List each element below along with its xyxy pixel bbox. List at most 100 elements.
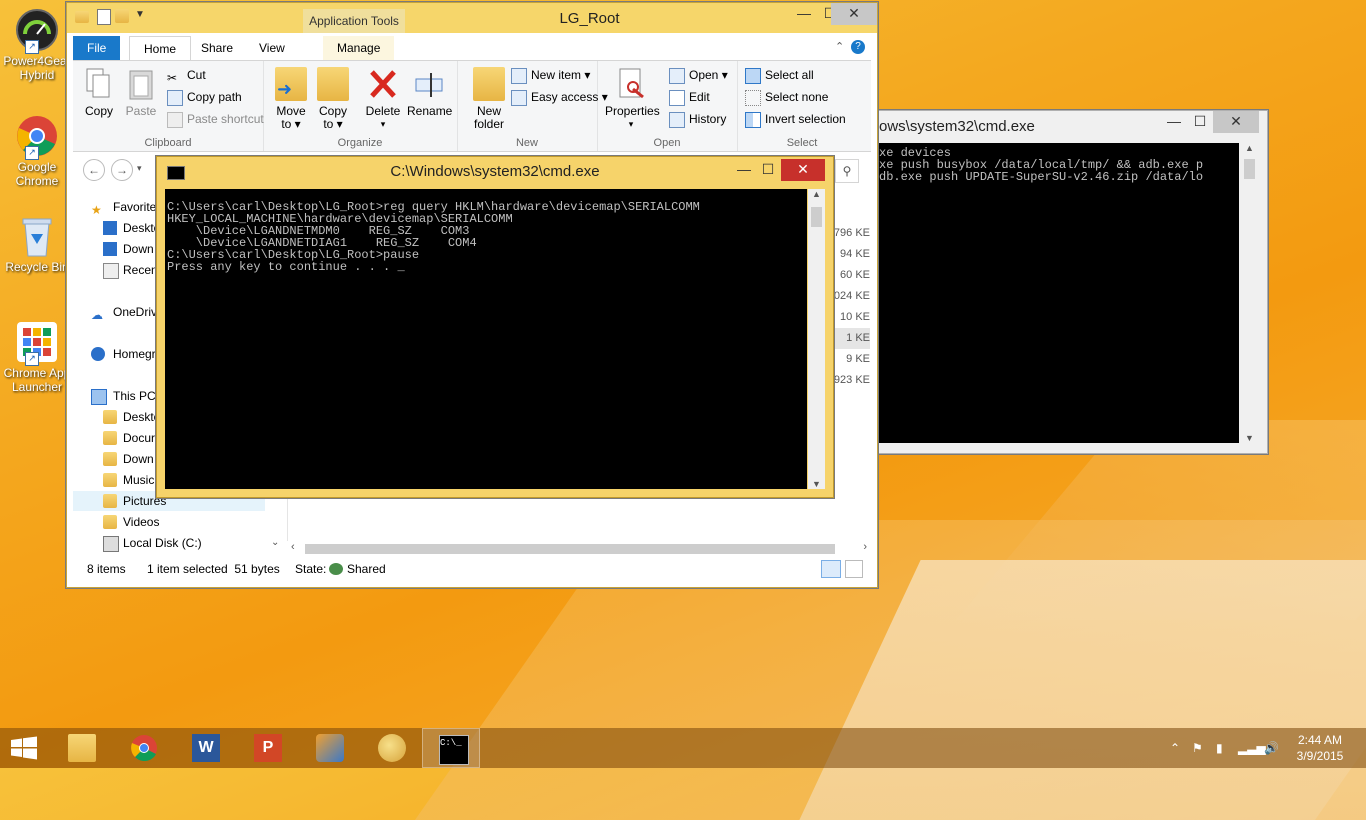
paste-shortcut-button[interactable]: Paste shortcut <box>167 109 264 129</box>
power-icon[interactable]: ▮ <box>1216 728 1223 768</box>
copy-path-button[interactable]: Copy path <box>167 87 242 107</box>
drive-icon <box>103 536 119 552</box>
ribbon: Copy Paste ✂ Cut Copy path Paste shortcut… <box>73 60 871 152</box>
help-icon[interactable]: ? <box>851 40 865 54</box>
nav-homegroup[interactable]: Homegr <box>91 344 156 364</box>
move-to-button[interactable]: ➜ Move to ▾ <box>269 67 313 131</box>
taskbar-paint[interactable] <box>362 728 420 768</box>
maximize-button[interactable]: ☐ <box>751 159 785 181</box>
scroll-left-icon[interactable]: ‹ <box>291 541 295 553</box>
details-view-icon[interactable] <box>821 560 841 578</box>
properties-button[interactable]: Properties ▾ <box>605 67 660 131</box>
easy-access-button[interactable]: Easy access ▾ <box>511 87 608 107</box>
scroll-thumb[interactable] <box>1244 159 1255 179</box>
desktop-icon-app-launcher[interactable]: ↗ Chrome App Launcher <box>0 320 74 394</box>
network-icon[interactable]: ▂▃▅ <box>1238 728 1266 768</box>
copy-button[interactable]: Copy <box>77 67 121 118</box>
tab-share[interactable]: Share <box>187 36 247 60</box>
start-button[interactable] <box>10 736 38 760</box>
show-hidden-icons[interactable]: ⌃ <box>1170 728 1180 768</box>
nav-videos[interactable]: Videos <box>103 512 159 532</box>
copy-to-label-line2: to ▾ <box>323 117 343 131</box>
nav-music[interactable]: Music <box>103 470 154 490</box>
taskbar-chrome[interactable] <box>114 728 172 768</box>
new-folder-icon[interactable] <box>115 9 129 23</box>
back-button[interactable]: ← <box>83 159 105 181</box>
taskbar-tool[interactable] <box>300 728 358 768</box>
taskbar-word[interactable]: W <box>176 728 234 768</box>
gauge-icon: ↗ <box>15 8 59 54</box>
nav-local-disk[interactable]: Local Disk (C:) <box>103 533 202 553</box>
tab-view[interactable]: View <box>245 36 299 60</box>
select-none-label: Select none <box>765 90 829 104</box>
console-line: Press any key to continue . . . _ <box>167 260 405 274</box>
nav-downloads[interactable]: Down <box>103 239 154 259</box>
history-button[interactable]: History <box>669 109 726 129</box>
edit-button[interactable]: Edit <box>669 87 710 107</box>
console-output[interactable]: xe devices xe push busybox /data/local/tm… <box>877 143 1239 443</box>
group-label: Select <box>786 137 818 149</box>
recent-locations-icon[interactable]: ▾ <box>137 163 142 174</box>
nav-documents[interactable]: Docur <box>103 428 155 448</box>
delete-dropdown-icon[interactable]: ▾ <box>361 118 405 131</box>
copy-to-button[interactable]: Copy to ▾ <box>311 67 355 131</box>
vertical-scrollbar[interactable]: ▲ ▼ <box>808 189 825 489</box>
nav-desktop[interactable]: Deskto <box>103 218 160 238</box>
nav-onedrive[interactable]: ☁ OneDriv <box>91 302 157 322</box>
invert-selection-button[interactable]: Invert selection <box>745 109 846 129</box>
scroll-thumb[interactable] <box>305 544 835 554</box>
action-center-icon[interactable]: ⚑ <box>1192 728 1203 768</box>
scroll-right-icon[interactable]: › <box>863 541 867 553</box>
paste-button[interactable]: Paste <box>119 67 163 118</box>
forward-button[interactable]: → <box>111 159 133 181</box>
search-icon[interactable]: ⚲ <box>835 159 859 183</box>
tab-home[interactable]: Home <box>129 36 192 61</box>
taskbar-powerpoint[interactable]: P <box>238 728 296 768</box>
nav-favorites[interactable]: ★ Favorite <box>91 197 156 217</box>
window-title: LG_Root <box>559 10 620 27</box>
horizontal-scrollbar[interactable]: ‹ › <box>289 541 869 557</box>
new-item-button[interactable]: New item ▾ <box>511 65 590 85</box>
nav-scroll-down-icon[interactable]: ⌄ <box>271 537 279 548</box>
new-group: New folder New item ▾ Easy access ▾ New <box>457 61 608 151</box>
cmd-icon: C:\_ <box>439 735 469 765</box>
taskbar-file-explorer[interactable] <box>52 728 110 768</box>
cut-button[interactable]: ✂ Cut <box>167 65 206 85</box>
open-button[interactable]: Open ▾ <box>669 65 728 85</box>
move-to-icon: ➜ <box>275 67 307 101</box>
clock[interactable]: 2:44 AM 3/9/2015 <box>1290 732 1350 764</box>
properties-dropdown-icon[interactable]: ▾ <box>605 118 657 131</box>
rename-button[interactable]: Rename <box>407 67 452 118</box>
delete-button[interactable]: Delete ▾ <box>361 67 405 131</box>
cmd-window-foreground[interactable]: C:\Windows\system32\cmd.exe — ☐ ✕ C:\Use… <box>156 156 834 498</box>
size-column: 796 KE 94 KE 60 KE ,024 KE 10 KE 1 KE 9 … <box>830 223 870 391</box>
vertical-scrollbar[interactable]: ▲ ▼ <box>1241 143 1258 443</box>
maximize-button[interactable]: ☐ <box>1183 111 1217 133</box>
large-icons-view-icon[interactable] <box>845 560 863 578</box>
cmd-window-background[interactable]: ows\system32\cmd.exe — ☐ ✕ xe devices xe … <box>876 110 1268 454</box>
scroll-thumb[interactable] <box>811 207 822 227</box>
close-button[interactable]: ✕ <box>1213 111 1259 133</box>
folder-icon <box>103 515 117 529</box>
select-all-button[interactable]: Select all <box>745 65 814 85</box>
desktop-icon-chrome[interactable]: ↗ Google Chrome <box>0 114 74 188</box>
nav-this-pc[interactable]: This PC <box>91 386 156 406</box>
tab-manage[interactable]: Manage <box>323 36 395 60</box>
close-button[interactable]: ✕ <box>831 3 877 25</box>
tab-file[interactable]: File <box>73 36 121 60</box>
volume-icon[interactable]: 🔊 <box>1264 728 1279 768</box>
console-output[interactable]: C:\Users\carl\Desktop\LG_Root>reg query … <box>165 189 807 489</box>
desktop-icon-power4gear[interactable]: ↗ Power4Gear Hybrid <box>0 8 74 82</box>
new-folder-button[interactable]: New folder <box>467 67 511 131</box>
customize-qat-icon[interactable]: ▼ <box>135 9 145 20</box>
desktop-icon-recycle-bin[interactable]: Recycle Bin <box>0 214 74 274</box>
properties-icon[interactable] <box>97 9 111 25</box>
nav-pc-desktop[interactable]: Deskto <box>103 407 160 427</box>
select-none-button[interactable]: Select none <box>745 87 828 107</box>
collapse-ribbon-icon[interactable]: ⌃ <box>835 40 844 53</box>
properties-icon <box>615 67 647 101</box>
nav-recent[interactable]: Recen <box>103 260 158 280</box>
close-button[interactable]: ✕ <box>781 159 825 181</box>
nav-pc-downloads[interactable]: Down <box>103 449 154 469</box>
taskbar-cmd[interactable]: C:\_ <box>422 728 480 768</box>
